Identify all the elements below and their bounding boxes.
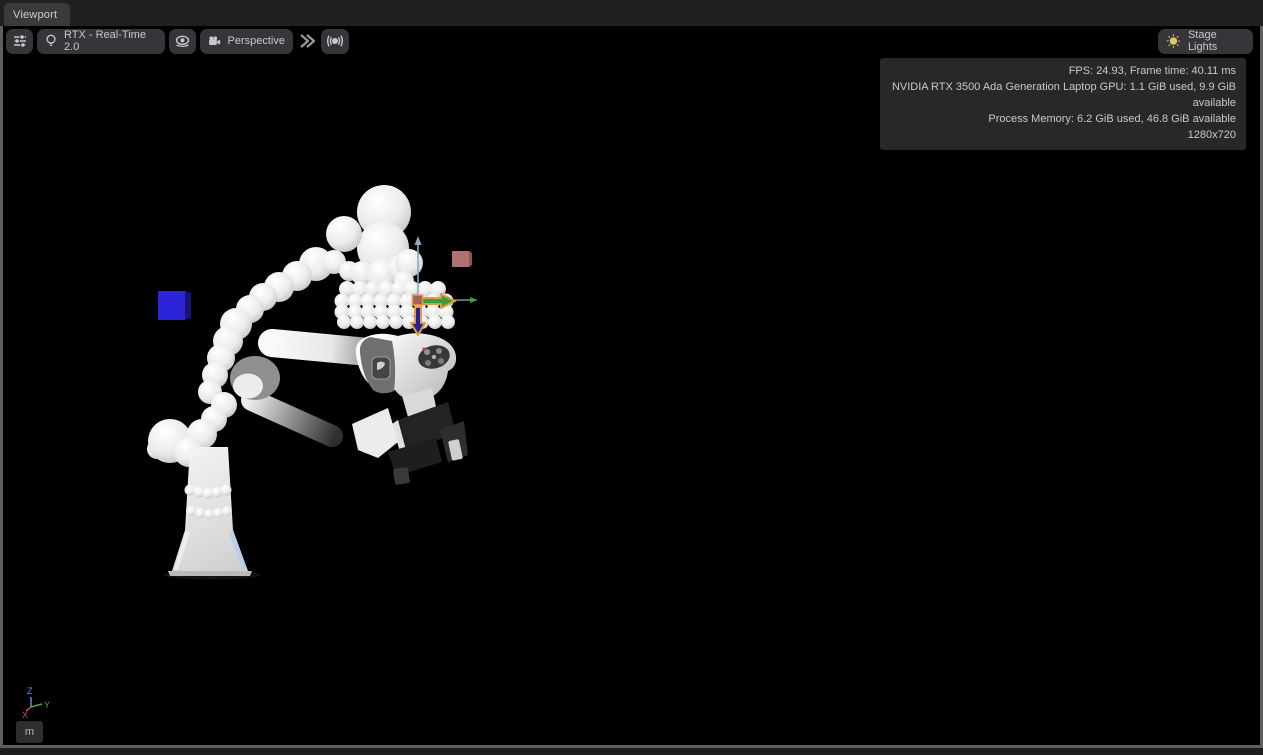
signal-icon: [326, 34, 344, 48]
collision-spheres-arc: [236, 247, 333, 323]
sun-light-icon: [1166, 33, 1181, 49]
performance-stats-overlay: FPS: 24.93, Frame time: 40.11 ms NVIDIA …: [880, 58, 1246, 150]
axis-y-label: Y: [44, 700, 50, 710]
stage-lights-button[interactable]: Stage Lights: [1158, 29, 1253, 54]
renderer-label: RTX - Real-Time 2.0: [64, 29, 157, 53]
blue-cube[interactable]: [158, 291, 191, 320]
robot-gripper[interactable]: [352, 333, 468, 485]
stats-memory-line: Process Memory: 6.2 GiB used, 46.8 GiB a…: [890, 111, 1236, 127]
robot-forearm-link: [252, 400, 332, 436]
stats-resolution-line: 1280x720: [890, 127, 1236, 143]
toolbar-left-group: RTX - Real-Time 2.0: [6, 29, 349, 54]
world-axis-indicator: Z Y X: [22, 686, 50, 720]
robot-base: [168, 447, 252, 576]
gizmo-long-axis-arrowhead: [470, 297, 478, 303]
camera-button[interactable]: Perspective: [200, 29, 293, 54]
lightbulb-icon: [45, 33, 57, 49]
visibility-button[interactable]: [169, 29, 196, 54]
unit-badge: m: [16, 721, 43, 743]
pink-cube[interactable]: [452, 251, 472, 267]
sliders-icon: [12, 33, 28, 49]
renderer-button[interactable]: RTX - Real-Time 2.0: [37, 29, 165, 54]
robot-upper-arm-link: [272, 343, 368, 352]
render-status-button[interactable]: [321, 29, 349, 54]
stats-gpu-line: NVIDIA RTX 3500 Ada Generation Laptop GP…: [890, 79, 1236, 111]
collision-spheres-top-cluster: [322, 185, 423, 291]
gripper-finger: [393, 467, 410, 485]
camera-icon: [208, 34, 221, 48]
stage-lights-label: Stage Lights: [1188, 29, 1245, 53]
eye-icon: [174, 34, 191, 49]
tab-viewport-label: Viewport: [13, 9, 57, 21]
camera-label: Perspective: [228, 35, 285, 47]
unit-badge-label: m: [25, 726, 34, 738]
render-settings-button[interactable]: [6, 29, 33, 54]
robot-elbow-joint: [230, 356, 280, 400]
viewport-panel: Z Y X: [0, 26, 1263, 748]
stats-fps-line: FPS: 24.93, Frame time: 40.11 ms: [890, 63, 1236, 79]
application-window: Viewport: [0, 0, 1263, 755]
double-chevron-icon: [298, 30, 316, 52]
gizmo-up-arrowhead: [415, 236, 422, 245]
tab-viewport[interactable]: Viewport: [4, 3, 70, 26]
expand-control[interactable]: [297, 30, 317, 52]
gizmo-center-handle[interactable]: [413, 295, 423, 305]
toolbar-right-group: Stage Lights: [1158, 29, 1253, 54]
axis-x-label: X: [22, 710, 28, 720]
gripper-bracket: [352, 408, 398, 458]
axis-z-label: Z: [27, 686, 33, 696]
status-led: [422, 347, 425, 350]
tab-bar: Viewport: [0, 0, 1263, 26]
